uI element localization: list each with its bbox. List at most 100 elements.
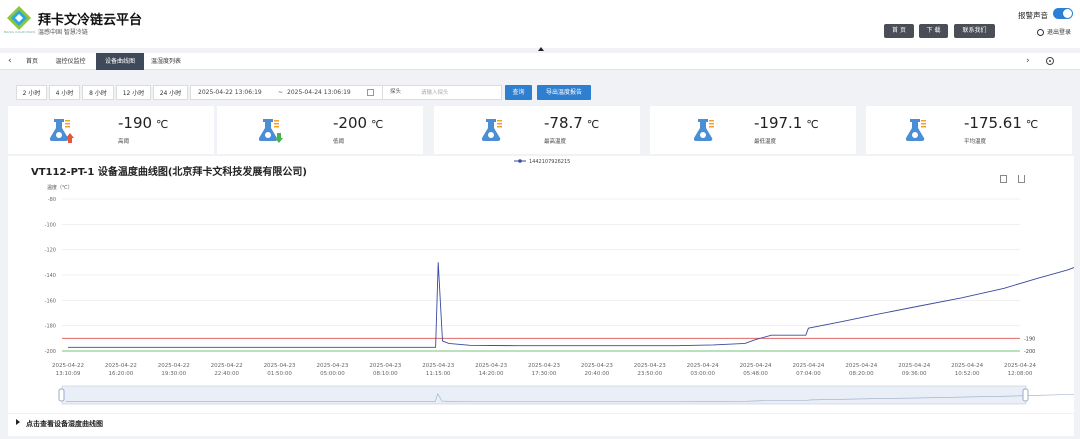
threshold-label: -190 [1024,336,1035,342]
x-tick-label: 19:30:00 [161,371,186,377]
stat-label: 最高温度 [544,139,567,145]
tab-scroll-left-icon[interactable]: ‹ [8,53,12,70]
alarm-sound-toggle[interactable] [1053,8,1073,19]
y-tick-label: -120 [45,248,56,254]
x-tick-label: 12:08:00 [1008,371,1033,377]
temperature-chart[interactable]: -80 -100 -120 -140 -160 -180 -200 2025-04-22 13:… [8,156,1074,413]
bottom-bar: 点击查看设备湿度曲线图 [8,414,1074,436]
x-tick-label: 2025-04-23 [475,363,507,369]
range-2h-button[interactable]: 2 小时 [16,85,47,100]
stat-value: -78.7 [544,114,583,132]
stat-unit: ℃ [586,118,600,131]
x-tick-label: 08:20:00 [849,371,874,377]
tab-device-curve[interactable]: 设备曲线图 [96,53,144,70]
tab-temp-monitor[interactable]: 温控仪监控 [48,53,93,70]
logo-icon [7,6,31,30]
probe-filter: 探头 [382,85,502,100]
expand-arrow-icon [16,419,20,425]
stat-card-low-threshold: -200 ℃ 低阈 [217,106,423,154]
x-tick-label: 2025-04-23 [316,363,348,369]
x-tick-label: 2025-04-24 [898,363,930,369]
thermometer-icon [482,119,502,142]
stat-unit: ℃ [806,118,819,131]
x-tick-label: 2025-04-24 [951,363,983,369]
app-header: BAIKA COLDCHAIN 拜卡文冷链云平台 温感中国 智慧冷链 首 页 下… [0,0,1080,48]
stat-card-avg-temp: -175.61 ℃ 平均温度 [866,106,1072,154]
thermometer-icon [906,119,926,142]
x-tick-label: 2025-04-24 [792,363,824,369]
probe-label: 探头 [390,89,402,95]
legend-marker [518,159,522,163]
x-tick-label: 2025-04-23 [634,363,666,369]
x-tick-label: 05:00:00 [320,371,345,377]
thermometer-down-icon [259,119,283,143]
date-end[interactable]: 2025-04-24 13:06:19 [287,86,351,99]
thermometer-up-icon [50,119,74,143]
x-tick-label: 11:15:00 [426,371,451,377]
zoom-handle-left [58,388,65,402]
y-tick-label: -80 [48,197,56,203]
calendar-icon[interactable] [367,89,374,96]
date-range-picker[interactable]: 2025-04-22 13:06:19 ~ 2025-04-24 13:06:1… [190,85,386,100]
x-tick-label: 03:00:00 [690,371,715,377]
app-subtitle: 温感中国 智慧冷链 [38,29,88,36]
range-8h-button[interactable]: 8 小时 [82,85,114,100]
tab-home[interactable]: 首页 [19,53,45,70]
chart-panel: VT112-PT-1 设备温度曲线图(北京拜卡文科技发展有限公司) 温度（℃） … [8,156,1074,413]
x-tick-label: 2025-04-24 [740,363,772,369]
humidity-curve-link-label: 点击查看设备湿度曲线图 [26,420,103,428]
tab-scroll-right-icon[interactable]: › [1026,53,1030,70]
stat-unit: ℃ [156,118,169,131]
x-tick-label: 2025-04-22 [211,363,243,369]
y-tick-label: -100 [45,222,56,228]
x-tick-label: 2025-04-24 [1004,363,1036,369]
x-tick-label: 13:10:09 [56,371,81,377]
x-tick-label: 2025-04-24 [687,363,719,369]
power-icon [1037,29,1044,36]
legend-label: 1442107926215 [529,159,570,165]
thermometer-icon [694,119,714,142]
stat-value: -200 [333,114,368,132]
logout-label: 退出登录 [1047,29,1072,36]
stat-card-min-temp: -197.1 ℃ 最低温度 [650,106,856,154]
x-tick-label: 20:40:00 [585,371,610,377]
x-tick-label: 2025-04-22 [105,363,137,369]
app-title: 拜卡文冷链云平台 [38,13,143,28]
home-button[interactable]: 首 页 [884,24,914,38]
filter-bar: 2 小时 4 小时 8 小时 12 小时 24 小时 2025-04-22 13… [8,80,1072,104]
export-temp-report-button[interactable]: 导出温度报告 [537,85,591,100]
range-12h-button[interactable]: 12 小时 [116,85,151,100]
stat-label: 高阈 [118,139,130,145]
zoom-handle-right [1022,388,1029,402]
date-start[interactable]: 2025-04-22 13:06:19 [198,86,262,99]
query-button[interactable]: 查询 [505,85,532,100]
x-tick-label: 14:20:00 [479,371,504,377]
stat-label: 低阈 [333,139,345,145]
humidity-curve-link[interactable]: 点击查看设备湿度曲线图 [16,419,103,429]
x-tick-label: 07:04:00 [796,371,821,377]
contact-us-button[interactable]: 联系我们 [954,24,995,38]
x-tick-label: 10:52:00 [955,371,980,377]
range-24h-button[interactable]: 24 小时 [153,85,188,100]
probe-input[interactable] [421,87,499,98]
x-tick-label: 09:36:00 [902,371,927,377]
stat-value: -190 [118,114,153,132]
x-tick-label: 2025-04-24 [845,363,877,369]
x-tick-label: 2025-04-23 [528,363,560,369]
x-tick-label: 2025-04-23 [581,363,613,369]
x-tick-label: 2025-04-22 [52,363,84,369]
download-button[interactable]: 下 载 [919,24,948,38]
x-tick-label: 2025-04-23 [422,363,454,369]
x-tick-label: 23:50:00 [637,371,662,377]
y-tick-label: -200 [45,349,56,355]
tab-temp-humidity-list[interactable]: 温湿度列表 [146,53,186,70]
collapse-header-icon[interactable] [538,47,544,51]
logout-button[interactable]: 退出登录 [1037,27,1071,36]
settings-icon[interactable] [1046,57,1054,65]
tab-bar: ‹ 首页 温控仪监控 设备曲线图 温湿度列表 › [0,53,1080,70]
stat-card-high-threshold: -190 ℃ 高阈 [8,106,214,154]
range-4h-button[interactable]: 4 小时 [49,85,80,100]
x-tick-label: 16:20:00 [109,371,134,377]
stat-value: -197.1 [754,114,803,132]
x-tick-label: 01:50:00 [267,371,292,377]
